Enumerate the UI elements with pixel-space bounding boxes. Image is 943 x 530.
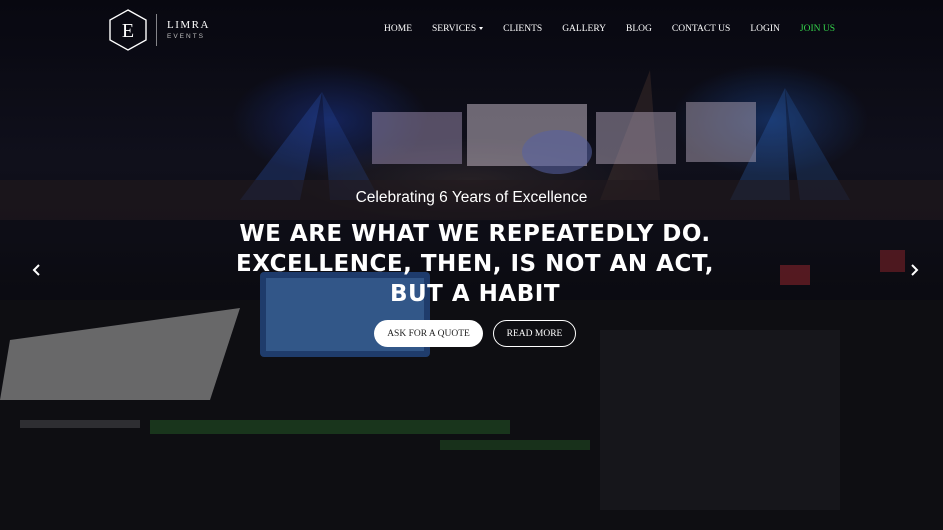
nav-clients-label: CLIENTS <box>503 24 543 34</box>
nav-join-us[interactable]: JOIN US <box>800 24 835 34</box>
brand-subtitle: EVENTS <box>167 32 206 40</box>
brand-name: LIMRA <box>167 18 210 31</box>
slider-next-button[interactable] <box>907 262 921 278</box>
nav-services-label: SERVICES <box>432 24 477 34</box>
nav-join-us-label: JOIN US <box>799 24 835 34</box>
ask-for-quote-button[interactable]: ASK FOR A QUOTE <box>374 320 483 347</box>
nav-services[interactable]: SERVICES <box>432 24 484 34</box>
hexagon-logo-icon: E <box>109 9 147 51</box>
brand-logo[interactable]: E LIMRA EVENTS <box>108 9 210 51</box>
chevron-left-icon <box>32 264 40 276</box>
slider-prev-button[interactable] <box>30 262 44 278</box>
nav-contact-us-label: CONTACT US <box>671 24 731 34</box>
nav-blog-label: BLOG <box>626 24 652 34</box>
main-navigation: HOME SERVICES CLIENTS GALLERY BLOG CONTA… <box>384 24 835 34</box>
nav-home[interactable]: HOME <box>384 24 412 34</box>
hero-headline: WE ARE WHAT WE REPEATEDLY DO. EXCELLENCE… <box>236 221 714 307</box>
chevron-right-icon <box>911 264 919 276</box>
logo-wordmark: LIMRA EVENTS <box>167 18 210 41</box>
hero-tagline: Celebrating 6 Years of Excellence <box>355 189 588 206</box>
nav-clients[interactable]: CLIENTS <box>503 24 542 34</box>
nav-home-label: HOME <box>384 24 413 34</box>
nav-gallery-label: GALLERY <box>562 24 606 34</box>
nav-gallery[interactable]: GALLERY <box>562 24 606 34</box>
nav-contact-us[interactable]: CONTACT US <box>672 24 730 34</box>
nav-blog[interactable]: BLOG <box>626 24 652 34</box>
nav-login-label: LOGIN <box>750 24 780 34</box>
logo-monogram: E <box>122 20 134 42</box>
logo-divider <box>156 14 157 46</box>
nav-login[interactable]: LOGIN <box>750 24 780 34</box>
caret-down-icon <box>479 26 484 30</box>
read-more-button[interactable]: READ MORE <box>493 320 576 347</box>
